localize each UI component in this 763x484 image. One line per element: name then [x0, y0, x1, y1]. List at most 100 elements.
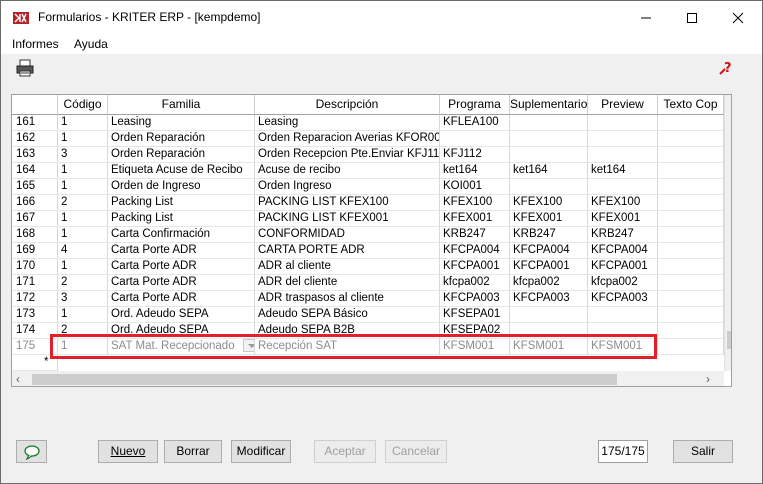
cell-preview[interactable]	[588, 307, 658, 323]
table-row[interactable]: 167 1 Packing List PACKING LIST KFEX001 KFEX…	[12, 211, 724, 227]
cell-programa[interactable]: KFLEA100	[440, 115, 510, 131]
cell-familia[interactable]: Etiqueta Acuse de Recibo	[108, 163, 255, 179]
cell-codigo[interactable]: 1	[58, 115, 108, 131]
table-row[interactable]: 171 2 Carta Porte ADR ADR del cliente kfcpa0…	[12, 275, 724, 291]
cell-suplementario[interactable]: KFCPA003	[510, 291, 588, 307]
cell-programa[interactable]: KOI001	[440, 179, 510, 195]
cell-preview[interactable]	[588, 147, 658, 163]
printer-icon[interactable]	[15, 59, 35, 77]
cell-programa[interactable]: KFSM001	[440, 339, 510, 355]
modificar-button[interactable]: Modificar	[231, 440, 291, 463]
cell-preview[interactable]: KFSM001	[588, 339, 658, 355]
cell-familia[interactable]: Carta Porte ADR	[108, 275, 255, 291]
table-row[interactable]: 162 1 Orden Reparación Orden Reparacion Ave…	[12, 131, 724, 147]
table-row[interactable]: 166 2 Packing List PACKING LIST KFEX100 KFEX…	[12, 195, 724, 211]
cell-codigo[interactable]: 1	[58, 227, 108, 243]
cell-descripcion[interactable]: Adeudo SEPA B2B	[255, 323, 440, 339]
cell-familia[interactable]: Packing List	[108, 195, 255, 211]
cell-programa[interactable]: KFCPA003	[440, 291, 510, 307]
cell-texto-copia[interactable]	[658, 179, 724, 195]
table-row[interactable]: 175 1 SAT Mat. Recepcionado Recepción SAT KF…	[12, 339, 724, 355]
column-header-familia[interactable]: Familia	[108, 95, 255, 115]
cell-texto-copia[interactable]	[658, 323, 724, 339]
cell-texto-copia[interactable]	[658, 259, 724, 275]
cell-texto-copia[interactable]	[658, 163, 724, 179]
cell-suplementario[interactable]: ket164	[510, 163, 588, 179]
cell-preview[interactable]: KFCPA003	[588, 291, 658, 307]
cell-familia[interactable]: SAT Mat. Recepcionado	[108, 339, 255, 355]
cell-familia[interactable]: Carta Porte ADR	[108, 291, 255, 307]
menu-informes[interactable]: Informes	[12, 37, 59, 51]
maximize-button[interactable]	[669, 1, 715, 35]
cell-texto-copia[interactable]	[658, 115, 724, 131]
cell-suplementario[interactable]: KFCPA001	[510, 259, 588, 275]
cell-codigo[interactable]: 1	[58, 259, 108, 275]
cell-texto-copia[interactable]	[658, 147, 724, 163]
cell-familia[interactable]: Ord. Adeudo SEPA	[108, 323, 255, 339]
cell-preview[interactable]: KFCPA004	[588, 243, 658, 259]
borrar-button[interactable]: Borrar	[164, 440, 222, 463]
horizontal-scrollbar[interactable]: ‹ ›	[12, 371, 724, 386]
table-row[interactable]: 172 3 Carta Porte ADR ADR traspasos al clie…	[12, 291, 724, 307]
nuevo-button[interactable]: Nuevo	[98, 440, 158, 463]
column-header-texto-copia[interactable]: Texto Cop	[658, 95, 724, 115]
vertical-scrollbar[interactable]: ⌄	[724, 95, 731, 371]
cell-descripcion[interactable]: CONFORMIDAD	[255, 227, 440, 243]
cell-texto-copia[interactable]	[658, 307, 724, 323]
cell-suplementario[interactable]	[510, 147, 588, 163]
cell-codigo[interactable]: 1	[58, 339, 108, 355]
cell-suplementario[interactable]: KRB247	[510, 227, 588, 243]
cell-programa[interactable]: KFJ112	[440, 147, 510, 163]
cancelar-button[interactable]: Cancelar	[385, 440, 447, 463]
cell-suplementario[interactable]: KFSM001	[510, 339, 588, 355]
cell-codigo[interactable]: 2	[58, 195, 108, 211]
cell-texto-copia[interactable]	[658, 339, 724, 355]
cell-programa[interactable]: KFSEPA02	[440, 323, 510, 339]
close-button[interactable]	[715, 1, 761, 35]
cell-texto-copia[interactable]	[658, 195, 724, 211]
table-row[interactable]: 168 1 Carta Confirmación CONFORMIDAD KRB247 K…	[12, 227, 724, 243]
cell-familia[interactable]: Carta Confirmación	[108, 227, 255, 243]
aceptar-button[interactable]: Aceptar	[314, 440, 376, 463]
cell-codigo[interactable]: 1	[58, 211, 108, 227]
cell-programa[interactable]	[440, 131, 510, 147]
cell-familia[interactable]: Orden de Ingreso	[108, 179, 255, 195]
cell-descripcion[interactable]: Orden Ingreso	[255, 179, 440, 195]
cell-familia[interactable]: Leasing	[108, 115, 255, 131]
cell-suplementario[interactable]	[510, 323, 588, 339]
cell-familia[interactable]: Carta Porte ADR	[108, 243, 255, 259]
vertical-scroll-thumb[interactable]	[727, 331, 731, 349]
cell-programa[interactable]: KFSEPA01	[440, 307, 510, 323]
cell-preview[interactable]: ket164	[588, 163, 658, 179]
cell-suplementario[interactable]	[510, 115, 588, 131]
cell-descripcion[interactable]: PACKING LIST KFEX001	[255, 211, 440, 227]
cell-familia[interactable]: Carta Porte ADR	[108, 259, 255, 275]
cell-preview[interactable]: KRB247	[588, 227, 658, 243]
column-header-preview[interactable]: Preview	[588, 95, 658, 115]
cell-descripcion[interactable]: Recepción SAT	[255, 339, 440, 355]
cell-codigo[interactable]: 1	[58, 163, 108, 179]
cell-codigo[interactable]: 1	[58, 179, 108, 195]
cell-familia[interactable]: Orden Reparación	[108, 131, 255, 147]
cell-suplementario[interactable]	[510, 307, 588, 323]
cell-suplementario[interactable]: KFCPA004	[510, 243, 588, 259]
table-row[interactable]: 163 3 Orden Reparación Orden Recepcion Pte.…	[12, 147, 724, 163]
cell-descripcion[interactable]: Orden Reparacion Averias KFOR001	[255, 131, 440, 147]
cell-codigo[interactable]: 1	[58, 131, 108, 147]
cell-suplementario[interactable]: KFEX100	[510, 195, 588, 211]
cell-preview[interactable]	[588, 323, 658, 339]
cell-preview[interactable]	[588, 115, 658, 131]
cell-descripcion[interactable]: ADR al cliente	[255, 259, 440, 275]
cell-programa[interactable]: ket164	[440, 163, 510, 179]
cell-descripcion[interactable]: Orden Recepcion Pte.Enviar KFJ112	[255, 147, 440, 163]
comment-button[interactable]	[16, 440, 47, 463]
horizontal-scroll-thumb[interactable]	[32, 374, 617, 385]
table-row[interactable]: 164 1 Etiqueta Acuse de Recibo Acuse de rec…	[12, 163, 724, 179]
table-row[interactable]: 174 2 Ord. Adeudo SEPA Adeudo SEPA B2B KFSEP…	[12, 323, 724, 339]
cell-programa[interactable]: KFEX001	[440, 211, 510, 227]
table-row[interactable]: 161 1 Leasing Leasing KFLEA100	[12, 115, 724, 131]
scroll-left-icon[interactable]: ‹	[16, 373, 20, 385]
scroll-down-icon[interactable]: ⌄	[729, 355, 731, 367]
cell-familia[interactable]: Packing List	[108, 211, 255, 227]
cell-programa[interactable]: KFCPA004	[440, 243, 510, 259]
